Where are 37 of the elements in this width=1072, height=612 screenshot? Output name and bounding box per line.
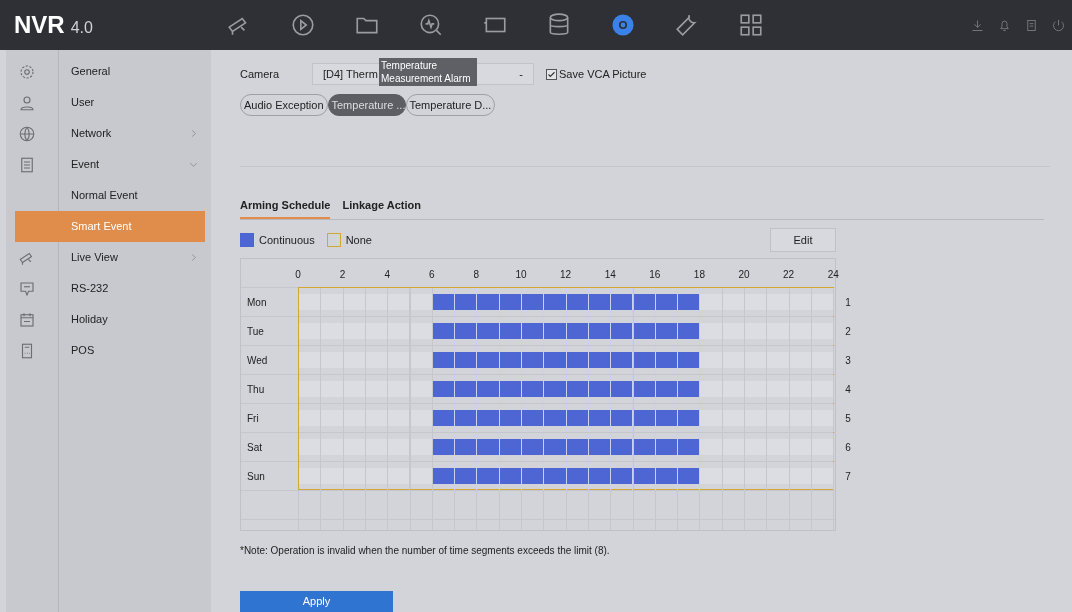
hour-label: 6: [428, 268, 436, 283]
day-number: 1: [845, 296, 851, 311]
day-label: Mon: [247, 296, 267, 311]
legend-label: None: [345, 233, 372, 249]
hour-label: 14: [603, 268, 617, 283]
day-label: Thu: [247, 383, 265, 398]
day-number: 7: [845, 470, 851, 485]
camera-label: Camera: [240, 66, 281, 82]
hour-label: 22: [782, 268, 796, 283]
day-label: Tue: [247, 325, 264, 340]
legend-label: Continuous: [259, 233, 315, 249]
day-number: 5: [845, 412, 851, 427]
day-label: Wed: [247, 354, 268, 369]
tooltip: Temperature Measurement Alarm: [379, 58, 477, 86]
day-label: Fri: [247, 412, 259, 427]
day-number: 6: [845, 441, 851, 456]
dropdown-caret: -: [519, 66, 523, 82]
hour-label: 4: [383, 268, 391, 283]
hour-label: 20: [737, 268, 751, 283]
hour-label: 2: [338, 268, 347, 283]
hour-label: 0: [294, 268, 302, 283]
hour-label: 24: [826, 268, 840, 283]
camera-value: [D4] Therm: [323, 66, 378, 82]
day-number: 3: [845, 354, 851, 369]
hour-label: 18: [692, 268, 706, 283]
checkbox-label: Save VCA Picture: [559, 66, 647, 82]
logo-text: NVR: [14, 10, 65, 40]
hour-label: 8: [472, 268, 481, 283]
version-text: 4.0: [70, 18, 93, 38]
day-number: 2: [845, 325, 851, 340]
day-label: Sat: [247, 441, 262, 456]
day-label: Sun: [247, 470, 265, 485]
day-number: 4: [845, 383, 851, 398]
hour-label: 16: [648, 268, 662, 283]
hour-label: 10: [514, 268, 528, 283]
note-text: *Note: Operation is invalid when the number of time segments exceeds the limit (8).: [240, 543, 611, 558]
hour-label: 12: [559, 268, 573, 283]
